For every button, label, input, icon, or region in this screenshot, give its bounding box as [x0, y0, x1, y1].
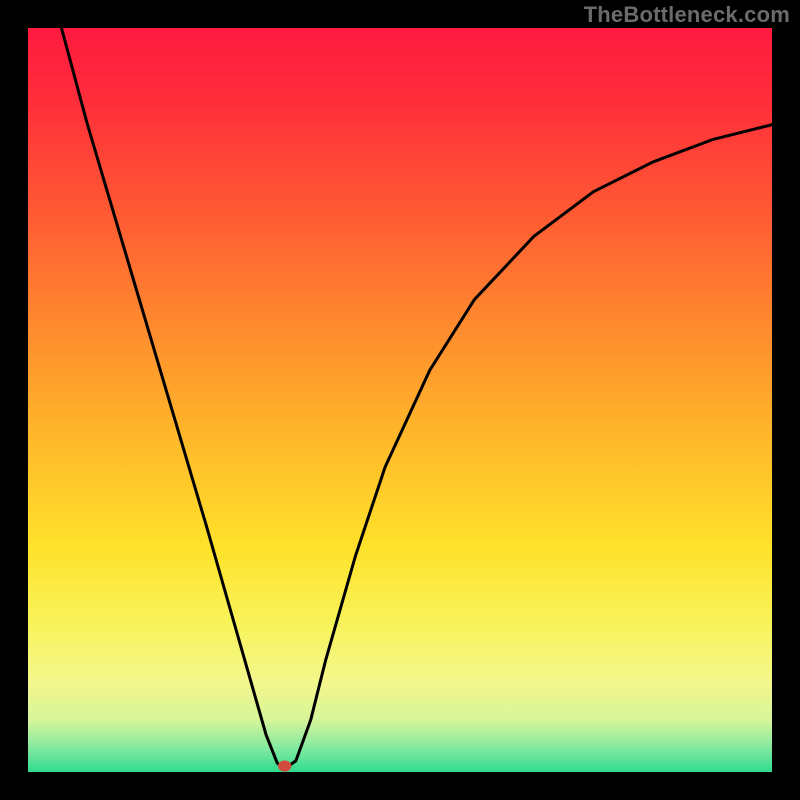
chart-frame: TheBottleneck.com — [0, 0, 800, 800]
chart-svg — [28, 28, 772, 772]
gradient-rect — [28, 28, 772, 772]
optimal-point-marker — [278, 760, 291, 771]
plot-area — [28, 28, 772, 772]
watermark-text: TheBottleneck.com — [584, 2, 790, 28]
